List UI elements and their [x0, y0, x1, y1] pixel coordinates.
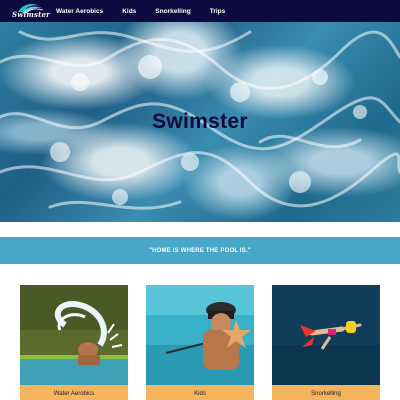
swimster-logo[interactable]: Swimster: [12, 1, 51, 21]
card-label-kids: Kids: [146, 385, 254, 400]
nav-link-kids[interactable]: Kids: [122, 8, 136, 15]
hair-flip-swimmer-photo: [20, 285, 128, 385]
hero-title: Swimster: [152, 110, 248, 133]
nav-links: Water Aerobics Kids Snorkelling Trips: [56, 0, 244, 22]
card-water-aerobics[interactable]: Water Aerobics: [20, 285, 128, 400]
hero-banner: Swimster: [0, 22, 400, 222]
kid-with-starfish-photo: [146, 285, 254, 385]
nav-link-trips[interactable]: Trips: [210, 8, 226, 15]
logo-text: Swimster: [12, 10, 51, 19]
card-label-snorkelling: Snorkelling: [272, 385, 380, 400]
card-label-water-aerobics: Water Aerobics: [20, 385, 128, 400]
card-snorkelling[interactable]: Snorkelling: [272, 285, 380, 400]
top-nav: Swimster Water Aerobics Kids Snorkelling…: [0, 0, 400, 22]
nav-link-snorkelling[interactable]: Snorkelling: [155, 8, 190, 15]
card-kids[interactable]: Kids: [146, 285, 254, 400]
nav-link-water-aerobics[interactable]: Water Aerobics: [56, 8, 103, 15]
snorkeler-photo: [272, 285, 380, 385]
quote-banner: "HOME IS WHERE THE POOL IS.": [0, 237, 400, 264]
quote-text: "HOME IS WHERE THE POOL IS.": [149, 247, 251, 254]
